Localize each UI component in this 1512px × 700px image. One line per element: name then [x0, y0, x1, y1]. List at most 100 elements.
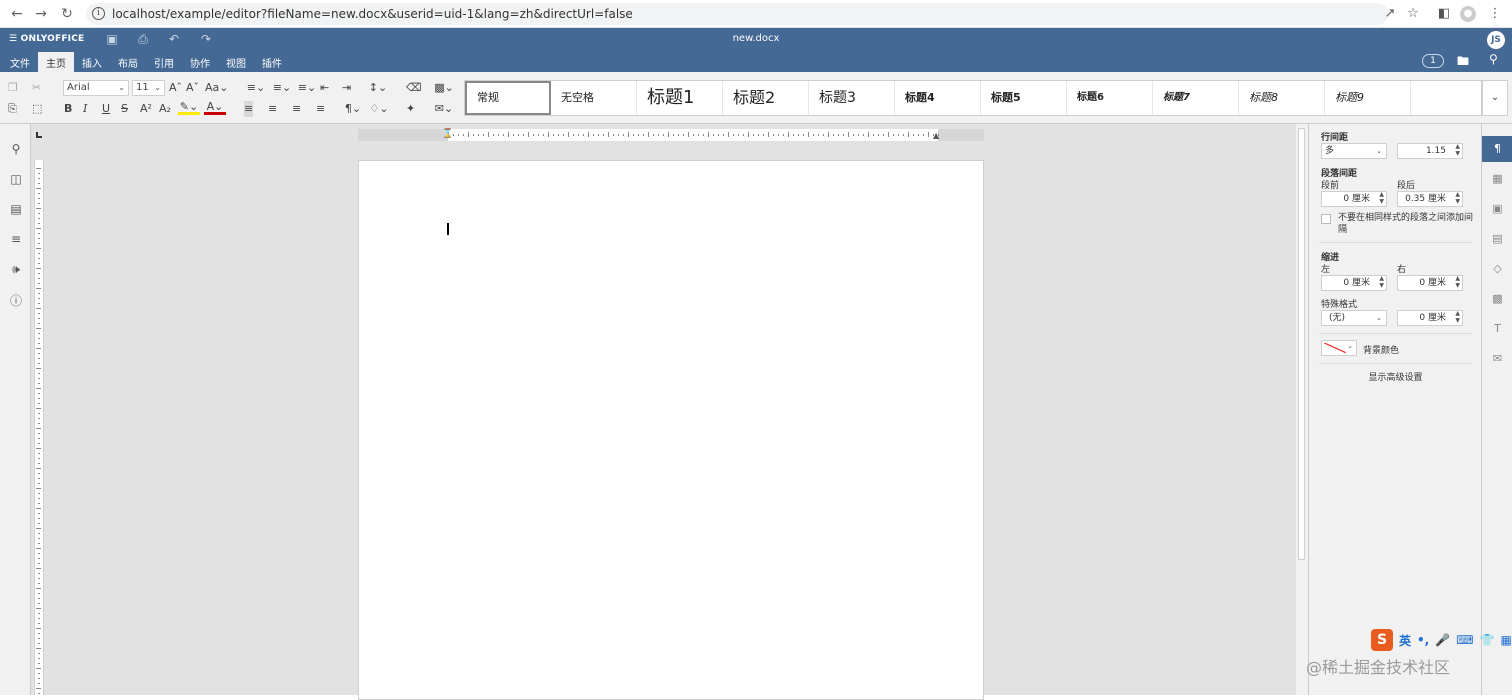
- reload-icon[interactable]: ↻: [58, 5, 76, 23]
- tab-insert[interactable]: 插入: [74, 52, 110, 72]
- vertical-ruler[interactable]: [34, 160, 44, 695]
- tab-home[interactable]: 主页: [38, 52, 74, 72]
- underline-icon[interactable]: U: [102, 101, 110, 117]
- style-heading-2[interactable]: 标题2: [723, 81, 809, 115]
- increase-font-icon[interactable]: Aˆ: [169, 80, 182, 96]
- search-icon[interactable]: ⚲: [1489, 52, 1498, 66]
- line-spacing-icon[interactable]: ↕⌄: [366, 80, 390, 96]
- profile-icon[interactable]: ●: [1460, 6, 1476, 22]
- toolbox-icon[interactable]: ▦: [1500, 633, 1511, 647]
- share-icon[interactable]: ↗: [1381, 5, 1399, 23]
- line-spacing-input[interactable]: 1.15 ▲ ▼: [1397, 143, 1463, 159]
- table-settings-icon[interactable]: ▦: [1482, 166, 1512, 192]
- horizontal-ruler[interactable]: ⌛ ▲: [358, 129, 984, 141]
- address-bar[interactable]: i localhost/example/editor?fileName=new.…: [86, 3, 1388, 25]
- style-no-spacing[interactable]: 无空格: [551, 81, 637, 115]
- style-heading-3[interactable]: 标题3: [809, 81, 895, 115]
- style-heading-4[interactable]: 标题4: [895, 81, 981, 115]
- mail-merge-icon[interactable]: ✉⌄: [432, 101, 456, 117]
- spacing-before-input[interactable]: 0 厘米 ▲ ▼: [1321, 191, 1387, 207]
- sidepanel-icon[interactable]: ◧: [1435, 5, 1453, 23]
- style-heading-7[interactable]: 标题7: [1153, 81, 1239, 115]
- advanced-settings-link[interactable]: 显示高级设置: [1309, 370, 1482, 383]
- feedback-icon[interactable]: 🕪: [6, 262, 26, 277]
- indent-left-input[interactable]: 0 厘米 ▲ ▼: [1321, 275, 1387, 291]
- special-format-input[interactable]: 0 厘米 ▲ ▼: [1397, 310, 1463, 326]
- copy-icon[interactable]: ❐: [8, 80, 18, 96]
- spacing-after-input[interactable]: 0.35 厘米 ▲ ▼: [1397, 191, 1463, 207]
- special-format-select[interactable]: (无) ⌄: [1321, 310, 1387, 326]
- align-left-icon[interactable]: ≡: [244, 101, 254, 117]
- shading-icon[interactable]: ♢⌄: [368, 101, 390, 117]
- bookmark-star-icon[interactable]: ☆: [1404, 5, 1422, 23]
- line-spacing-mode-select[interactable]: 多 ⌄: [1321, 143, 1387, 159]
- ime-punctuation[interactable]: •,: [1417, 633, 1429, 647]
- spinner-icon[interactable]: ▲ ▼: [1379, 275, 1384, 289]
- chart-settings-icon[interactable]: ▩: [1482, 286, 1512, 312]
- spinner-icon[interactable]: ▲ ▼: [1379, 191, 1384, 205]
- decrease-indent-icon[interactable]: ⇤: [320, 80, 329, 96]
- numbered-list-icon[interactable]: ≡⌄: [270, 80, 294, 96]
- color-scheme-icon[interactable]: ▩⌄: [432, 80, 456, 96]
- change-case-icon[interactable]: Aa⌄: [205, 80, 228, 96]
- select-all-icon[interactable]: ⬚: [32, 101, 42, 117]
- indent-marker-icon[interactable]: ⌛: [442, 129, 453, 139]
- forward-icon[interactable]: →: [32, 5, 50, 23]
- spinner-icon[interactable]: ▲ ▼: [1455, 275, 1460, 289]
- copy-style-icon[interactable]: ✦: [406, 101, 415, 117]
- style-gallery-expand[interactable]: ⌄: [1482, 80, 1508, 116]
- font-color-icon[interactable]: A⌄: [204, 101, 226, 115]
- open-location-icon[interactable]: 🖿: [1457, 52, 1469, 73]
- textart-settings-icon[interactable]: T: [1482, 316, 1512, 342]
- shape-settings-icon[interactable]: ◇: [1482, 256, 1512, 282]
- users-icon[interactable]: 1: [1422, 54, 1444, 68]
- tab-plugins[interactable]: 插件: [254, 52, 290, 72]
- font-size-select[interactable]: 11 ⌄: [132, 80, 165, 96]
- decrease-font-icon[interactable]: Aˇ: [186, 80, 199, 96]
- spinner-icon[interactable]: ▲ ▼: [1455, 191, 1460, 205]
- style-normal[interactable]: 常规: [465, 81, 551, 115]
- back-icon[interactable]: ←: [8, 5, 26, 23]
- scrollbar-thumb[interactable]: [1298, 128, 1305, 560]
- tab-references[interactable]: 引用: [146, 52, 182, 72]
- font-name-select[interactable]: Arial ⌄: [63, 80, 129, 96]
- vertical-scrollbar[interactable]: [1296, 124, 1308, 695]
- highlight-icon[interactable]: ✎⌄: [178, 101, 200, 115]
- align-right-icon[interactable]: ≡: [292, 101, 301, 117]
- align-center-icon[interactable]: ≡: [268, 101, 277, 117]
- mail-merge-settings-icon[interactable]: ✉: [1482, 346, 1512, 372]
- cut-icon[interactable]: ✂: [32, 80, 41, 96]
- microphone-icon[interactable]: 🎤: [1435, 633, 1450, 647]
- style-heading-8[interactable]: 标题8: [1239, 81, 1325, 115]
- header-footer-icon[interactable]: ▤: [1482, 226, 1512, 252]
- keyboard-icon[interactable]: ⌨: [1456, 633, 1473, 647]
- bullet-list-icon[interactable]: ≡⌄: [244, 80, 268, 96]
- sogou-logo[interactable]: S: [1371, 629, 1393, 651]
- comments-icon[interactable]: ◫: [6, 172, 26, 186]
- paste-icon[interactable]: ⎘: [8, 101, 17, 117]
- image-settings-icon[interactable]: ▣: [1482, 196, 1512, 222]
- bold-icon[interactable]: B: [64, 101, 72, 117]
- tab-file[interactable]: 文件: [2, 52, 38, 72]
- italic-icon[interactable]: I: [83, 101, 87, 117]
- user-avatar[interactable]: JS: [1487, 31, 1505, 49]
- clear-style-icon[interactable]: ⌫: [406, 80, 422, 96]
- superscript-icon[interactable]: A²: [140, 101, 152, 117]
- tab-stop-icon[interactable]: [36, 132, 42, 138]
- strikethrough-icon[interactable]: S: [121, 101, 128, 117]
- multilevel-list-icon[interactable]: ≡⌄: [295, 80, 319, 96]
- document-page[interactable]: [358, 160, 984, 700]
- spinner-icon[interactable]: ▲ ▼: [1455, 143, 1460, 157]
- spinner-icon[interactable]: ▲ ▼: [1455, 310, 1460, 324]
- chat-icon[interactable]: ▤: [6, 202, 26, 216]
- url-text[interactable]: localhost/example/editor?fileName=new.do…: [112, 7, 633, 21]
- background-color-picker[interactable]: ⌄: [1321, 340, 1357, 356]
- about-icon[interactable]: ⓘ: [6, 292, 26, 309]
- style-heading-5[interactable]: 标题5: [981, 81, 1067, 115]
- navigation-icon[interactable]: ≡: [6, 232, 26, 246]
- nonprinting-chars-icon[interactable]: ¶⌄: [342, 101, 364, 117]
- menu-kebab-icon[interactable]: ⋮: [1486, 5, 1504, 23]
- style-heading-9[interactable]: 标题9: [1325, 81, 1411, 115]
- ime-language[interactable]: 英: [1399, 632, 1411, 649]
- skin-icon[interactable]: 👕: [1480, 633, 1495, 647]
